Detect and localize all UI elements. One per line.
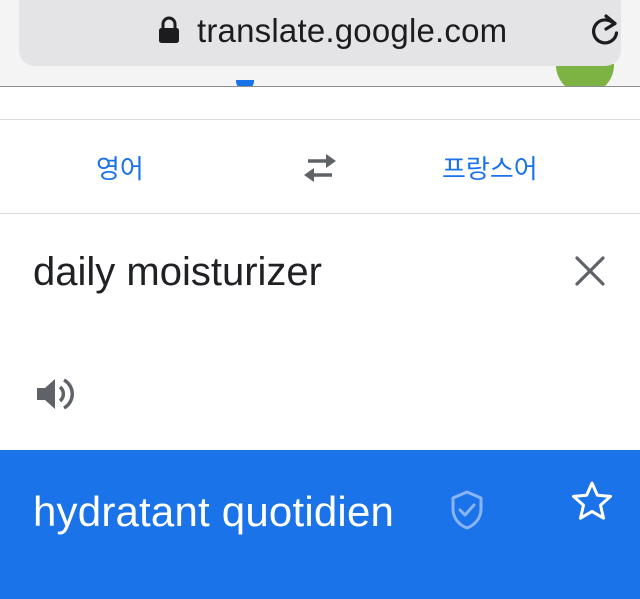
account-avatar[interactable] — [556, 64, 614, 86]
lock-icon — [157, 16, 181, 44]
page-header-blue-element — [236, 80, 254, 86]
source-input-area[interactable]: daily moisturizer — [0, 214, 640, 450]
url-field[interactable]: translate.google.com — [19, 0, 621, 66]
close-icon[interactable] — [573, 254, 607, 288]
star-icon[interactable] — [570, 480, 614, 522]
url-text[interactable]: translate.google.com — [197, 11, 507, 51]
speaker-icon[interactable] — [34, 374, 76, 414]
translation-result-card[interactable]: hydratant quotidien — [0, 450, 640, 599]
browser-address-bar: translate.google.com — [0, 0, 640, 87]
source-text-input[interactable]: daily moisturizer — [33, 250, 322, 295]
translation-result-text: hydratant quotidien — [33, 488, 395, 535]
reload-icon[interactable] — [588, 13, 622, 49]
source-language-button[interactable]: 영어 — [96, 149, 144, 186]
language-selector-bar: 영어 프랑스어 — [0, 119, 640, 214]
verified-shield-icon[interactable] — [449, 489, 485, 531]
swap-icon[interactable] — [300, 151, 340, 185]
target-language-button[interactable]: 프랑스어 — [442, 149, 538, 186]
